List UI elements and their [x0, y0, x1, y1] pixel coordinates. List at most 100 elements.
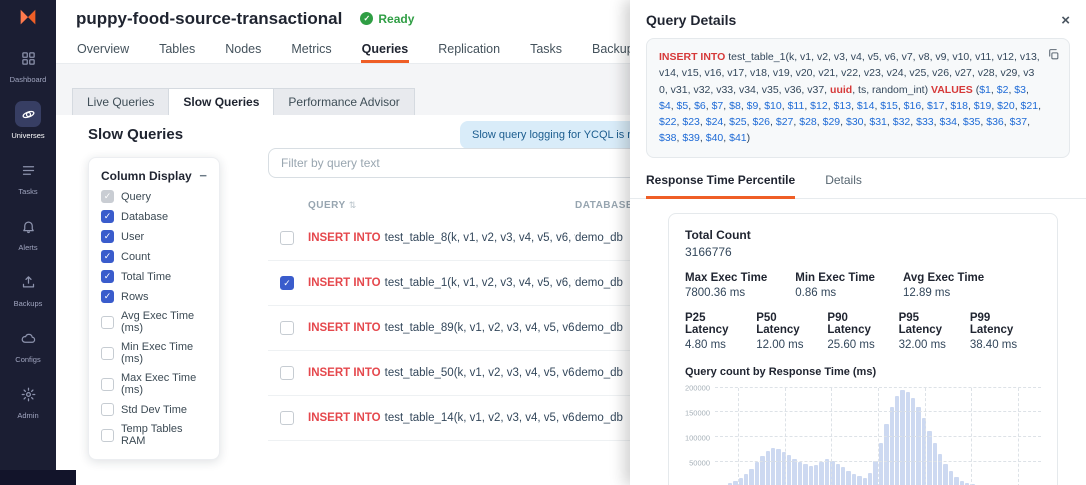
sql-keyword: INSERT INTO [308, 232, 381, 244]
tab-overview[interactable]: Overview [76, 38, 130, 63]
column-option-label: Count [121, 251, 150, 263]
column-option-label: Min Exec Time (ms) [121, 341, 207, 365]
histogram-bar [846, 471, 850, 485]
sql-segment: , [1038, 100, 1041, 112]
row-checkbox[interactable]: ✓ [280, 276, 294, 290]
column-option-database[interactable]: ✓Database [101, 210, 207, 223]
sort-icon: ⇅ [349, 200, 357, 210]
checkbox[interactable]: ✓ [101, 190, 114, 203]
column-option-min-exec-time-ms[interactable]: Min Exec Time (ms) [101, 341, 207, 365]
check-icon: ✓ [104, 212, 112, 221]
row-checkbox[interactable] [280, 321, 294, 335]
y-tick-label: 200000 [685, 383, 710, 392]
details-tab-details[interactable]: Details [825, 173, 862, 198]
sql-segment: $35 [963, 116, 981, 128]
checkbox[interactable] [101, 378, 114, 391]
collapse-icon[interactable]: − [199, 168, 207, 183]
column-option-rows[interactable]: ✓Rows [101, 290, 207, 303]
tab-metrics[interactable]: Metrics [290, 38, 332, 63]
check-icon: ✓ [104, 232, 112, 241]
histogram-bar [792, 459, 796, 485]
sidebar-item-configs[interactable]: Configs [4, 325, 52, 364]
checkbox[interactable]: ✓ [101, 270, 114, 283]
details-tab-response-time-percentile[interactable]: Response Time Percentile [646, 173, 795, 199]
sql-segment: $15 [880, 100, 898, 112]
stat-max-exec-time: Max Exec Time7800.36 ms [685, 272, 767, 299]
tab-tasks[interactable]: Tasks [529, 38, 563, 63]
column-option-std-dev-time[interactable]: Std Dev Time [101, 403, 207, 416]
checkbox[interactable]: ✓ [101, 290, 114, 303]
column-option-query[interactable]: ✓Query [101, 190, 207, 203]
sql-segment: $8 [729, 100, 741, 112]
row-checkbox[interactable] [280, 411, 294, 425]
sql-segment: $38 [659, 132, 677, 144]
column-option-avg-exec-time-ms[interactable]: Avg Exec Time (ms) [101, 310, 207, 334]
copy-icon[interactable] [1047, 48, 1060, 66]
sql-segment: $36 [986, 116, 1004, 128]
subtab-performance-advisor[interactable]: Performance Advisor [274, 88, 414, 116]
tab-tables[interactable]: Tables [158, 38, 196, 63]
sql-segment: $4 [659, 100, 671, 112]
column-option-temp-tables-ram[interactable]: Temp Tables RAM [101, 423, 207, 447]
sql-segment: $1 [979, 84, 991, 96]
sql-keyword: INSERT INTO [308, 322, 381, 334]
sidebar-item-universes[interactable]: Universes [4, 101, 52, 140]
row-checkbox[interactable] [280, 231, 294, 245]
column-header-query[interactable]: QUERY ⇅ [308, 200, 575, 211]
column-option-label: Max Exec Time (ms) [121, 372, 207, 396]
column-option-total-time[interactable]: ✓Total Time [101, 270, 207, 283]
stat-p50-latency: P50 Latency12.00 ms [756, 312, 810, 351]
column-option-user[interactable]: ✓ User [101, 230, 207, 243]
checkbox[interactable] [101, 347, 114, 360]
backups-icon [15, 269, 41, 295]
checkbox[interactable]: ✓ [101, 230, 114, 243]
histogram-bar [766, 451, 770, 485]
histogram-bar [755, 462, 759, 485]
stat-value: 0.86 ms [795, 287, 875, 299]
stat-value: 25.60 ms [827, 339, 881, 351]
y-tick-label: 150000 [685, 408, 710, 417]
stat-value: 4.80 ms [685, 339, 739, 351]
subtab-live-queries[interactable]: Live Queries [72, 88, 169, 116]
checkbox[interactable] [101, 316, 114, 329]
histogram-bar [749, 469, 753, 485]
exec-stats: Max Exec Time7800.36 msMin Exec Time0.86… [685, 272, 1041, 299]
row-checkbox[interactable] [280, 366, 294, 380]
sql-segment: INSERT INTO [659, 51, 725, 63]
histogram-bar [879, 443, 883, 485]
checkbox[interactable]: ✓ [101, 210, 114, 223]
tab-queries[interactable]: Queries [361, 38, 410, 63]
sidebar-item-label: Dashboard [10, 75, 47, 84]
tab-nodes[interactable]: Nodes [224, 38, 262, 63]
sidebar-item-admin[interactable]: Admin [4, 381, 52, 420]
column-option-count[interactable]: ✓ Count [101, 250, 207, 263]
query-cell: INSERT INTOtest_table_1(k, v1, v2, v3, v… [308, 277, 575, 289]
histogram-bar [895, 396, 899, 485]
subtab-slow-queries[interactable]: Slow Queries [169, 88, 274, 116]
query-text: test_table_14(k, v1, v2, v3, v4, v5, v6,… [385, 412, 575, 424]
page-title: puppy-food-source-transactional [76, 9, 342, 29]
sql-segment: $14 [857, 100, 875, 112]
checkbox[interactable] [101, 429, 114, 442]
query-details-panel: Query Details × INSERT INTO test_table_1… [630, 0, 1086, 485]
gridline-vertical [878, 388, 879, 485]
sidebar-item-alerts[interactable]: Alerts [4, 213, 52, 252]
database-cell: demo_db [575, 232, 623, 244]
yugabyte-logo-icon[interactable] [0, 0, 56, 29]
stat-p99-latency: P99 Latency38.40 ms [970, 312, 1024, 351]
histogram-chart: 050000100000150000200000 (1.5,1.6)(3.8,4… [685, 388, 1041, 485]
sidebar-item-tasks[interactable]: Tasks [4, 157, 52, 196]
histogram-bar [744, 474, 748, 485]
checkbox[interactable]: ✓ [101, 250, 114, 263]
query-cell: INSERT INTOtest_table_14(k, v1, v2, v3, … [308, 412, 575, 424]
sidebar-item-dashboard[interactable]: Dashboard [4, 45, 52, 84]
column-option-label: User [121, 231, 144, 243]
tab-replication[interactable]: Replication [437, 38, 501, 63]
close-icon[interactable]: × [1061, 13, 1070, 28]
histogram-bar [841, 467, 845, 485]
sidebar-item-backups[interactable]: Backups [4, 269, 52, 308]
column-option-max-exec-time-ms[interactable]: Max Exec Time (ms) [101, 372, 207, 396]
query-filter-input[interactable] [268, 148, 648, 178]
status-badge: ✓ Ready [360, 12, 414, 26]
checkbox[interactable] [101, 403, 114, 416]
